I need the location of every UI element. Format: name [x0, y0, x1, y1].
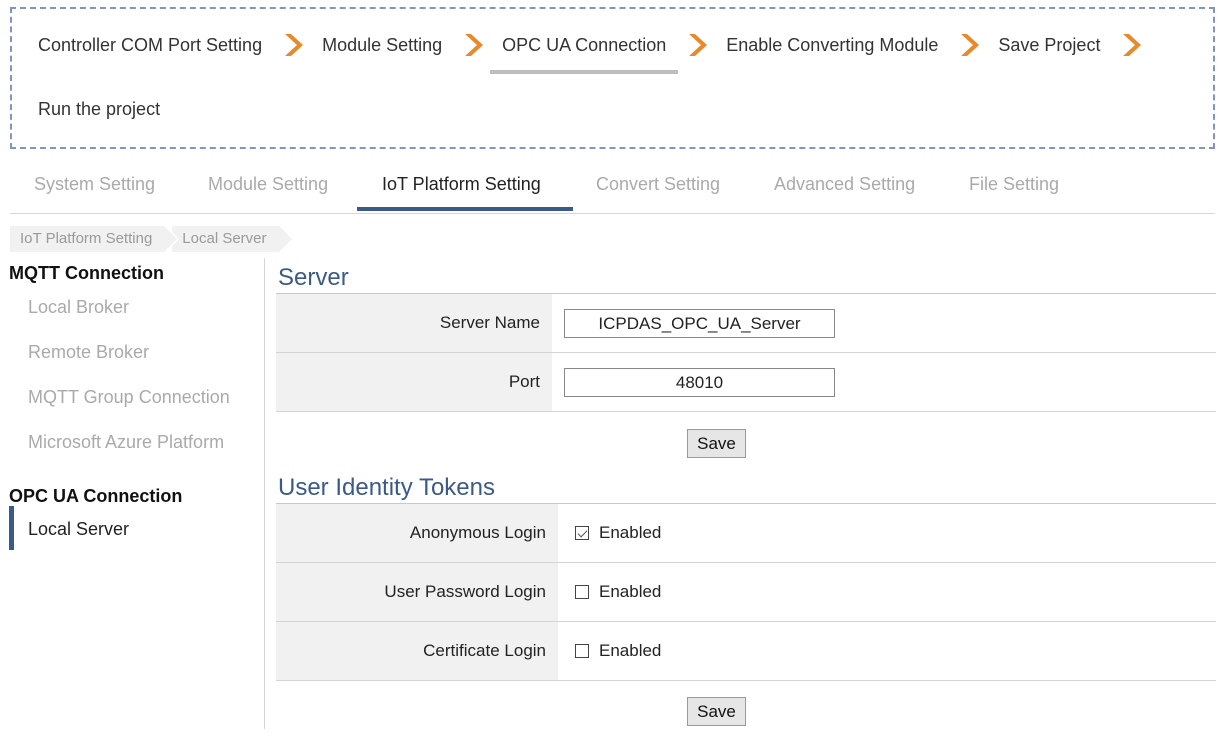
section-title-server: Server: [278, 264, 349, 291]
breadcrumb-local-server[interactable]: Local Server: [172, 226, 292, 252]
workflow-step-enable-converting[interactable]: Enable Converting Module: [726, 35, 938, 56]
port-input[interactable]: [564, 368, 835, 397]
sidebar-heading-mqtt: MQTT Connection: [9, 263, 164, 283]
workflow-step-opc-ua-connection[interactable]: OPC UA Connection: [490, 35, 679, 74]
certificate-login-checkbox[interactable]: [575, 644, 589, 658]
tab-module-setting[interactable]: Module Setting: [208, 174, 328, 195]
workflow-row-2: Run the project: [38, 99, 160, 120]
sidebar-item-local-broker[interactable]: Local Broker: [28, 297, 129, 318]
form-row-port: Port: [276, 353, 1216, 412]
port-label: Port: [508, 372, 540, 391]
workflow-step-save-project[interactable]: Save Project: [998, 35, 1100, 56]
chevron-right-icon: [686, 33, 708, 57]
user-password-login-label: User Password Login: [384, 582, 546, 601]
tab-convert-setting[interactable]: Convert Setting: [596, 174, 720, 195]
active-tab-indicator: [357, 207, 573, 211]
chevron-right-icon: [462, 33, 484, 57]
form-row-user-password-login: User Password Login Enabled: [276, 563, 1216, 622]
sidebar-item-remote-broker[interactable]: Remote Broker: [28, 342, 149, 363]
form-row-certificate-login: Certificate Login Enabled: [276, 622, 1216, 681]
workflow-step-com-port[interactable]: Controller COM Port Setting: [38, 35, 262, 56]
tokens-save-button[interactable]: Save: [687, 697, 746, 726]
sidebar-item-local-server[interactable]: Local Server: [28, 519, 129, 540]
sidebar-item-mqtt-group-connection[interactable]: MQTT Group Connection: [28, 387, 230, 408]
tab-iot-platform-setting[interactable]: IoT Platform Setting: [382, 174, 541, 195]
chevron-right-icon: [958, 33, 980, 57]
user-password-login-enabled-label: Enabled: [599, 582, 662, 601]
user-password-login-checkbox[interactable]: [575, 585, 589, 599]
form-row-server-name: Server Name: [276, 294, 1216, 353]
chevron-right-icon: [282, 33, 304, 57]
certificate-login-control: Enabled: [575, 622, 661, 680]
anonymous-login-control: Enabled: [575, 504, 661, 562]
chevron-right-icon: [1120, 33, 1142, 57]
main-tabs: System Setting Module Setting IoT Platfo…: [10, 160, 1215, 214]
workflow-banner: Controller COM Port Setting Module Setti…: [10, 7, 1215, 149]
workflow-step-run-project[interactable]: Run the project: [38, 99, 160, 120]
tab-advanced-setting[interactable]: Advanced Setting: [774, 174, 915, 195]
certificate-login-label: Certificate Login: [423, 641, 546, 660]
tab-system-setting[interactable]: System Setting: [34, 174, 155, 195]
server-save-row: Save: [276, 412, 1216, 472]
sidebar-active-marker: [9, 506, 14, 550]
server-save-button[interactable]: Save: [687, 429, 746, 458]
breadcrumb-iot-platform-setting[interactable]: IoT Platform Setting: [10, 226, 180, 252]
server-name-input[interactable]: [564, 309, 835, 338]
server-name-label: Server Name: [439, 313, 540, 332]
sidebar-item-microsoft-azure[interactable]: Microsoft Azure Platform: [28, 432, 224, 453]
workflow-step-module-setting[interactable]: Module Setting: [322, 35, 442, 56]
workflow-row-1: Controller COM Port Setting Module Setti…: [38, 33, 1160, 74]
tab-file-setting[interactable]: File Setting: [969, 174, 1059, 195]
anonymous-login-checkbox[interactable]: [575, 526, 589, 540]
tokens-save-row: Save: [276, 681, 1216, 741]
breadcrumb: IoT Platform Setting Local Server: [10, 226, 292, 252]
user-password-login-control: Enabled: [575, 563, 661, 621]
sidebar: MQTT Connection Local Broker Remote Brok…: [0, 258, 265, 729]
sidebar-heading-opc-ua: OPC UA Connection: [9, 486, 183, 506]
form-row-anonymous-login: Anonymous Login Enabled: [276, 504, 1216, 563]
section-title-user-identity-tokens: User Identity Tokens: [278, 474, 495, 501]
anonymous-login-label: Anonymous Login: [409, 523, 546, 542]
anonymous-login-enabled-label: Enabled: [599, 523, 662, 542]
certificate-login-enabled-label: Enabled: [599, 641, 662, 660]
